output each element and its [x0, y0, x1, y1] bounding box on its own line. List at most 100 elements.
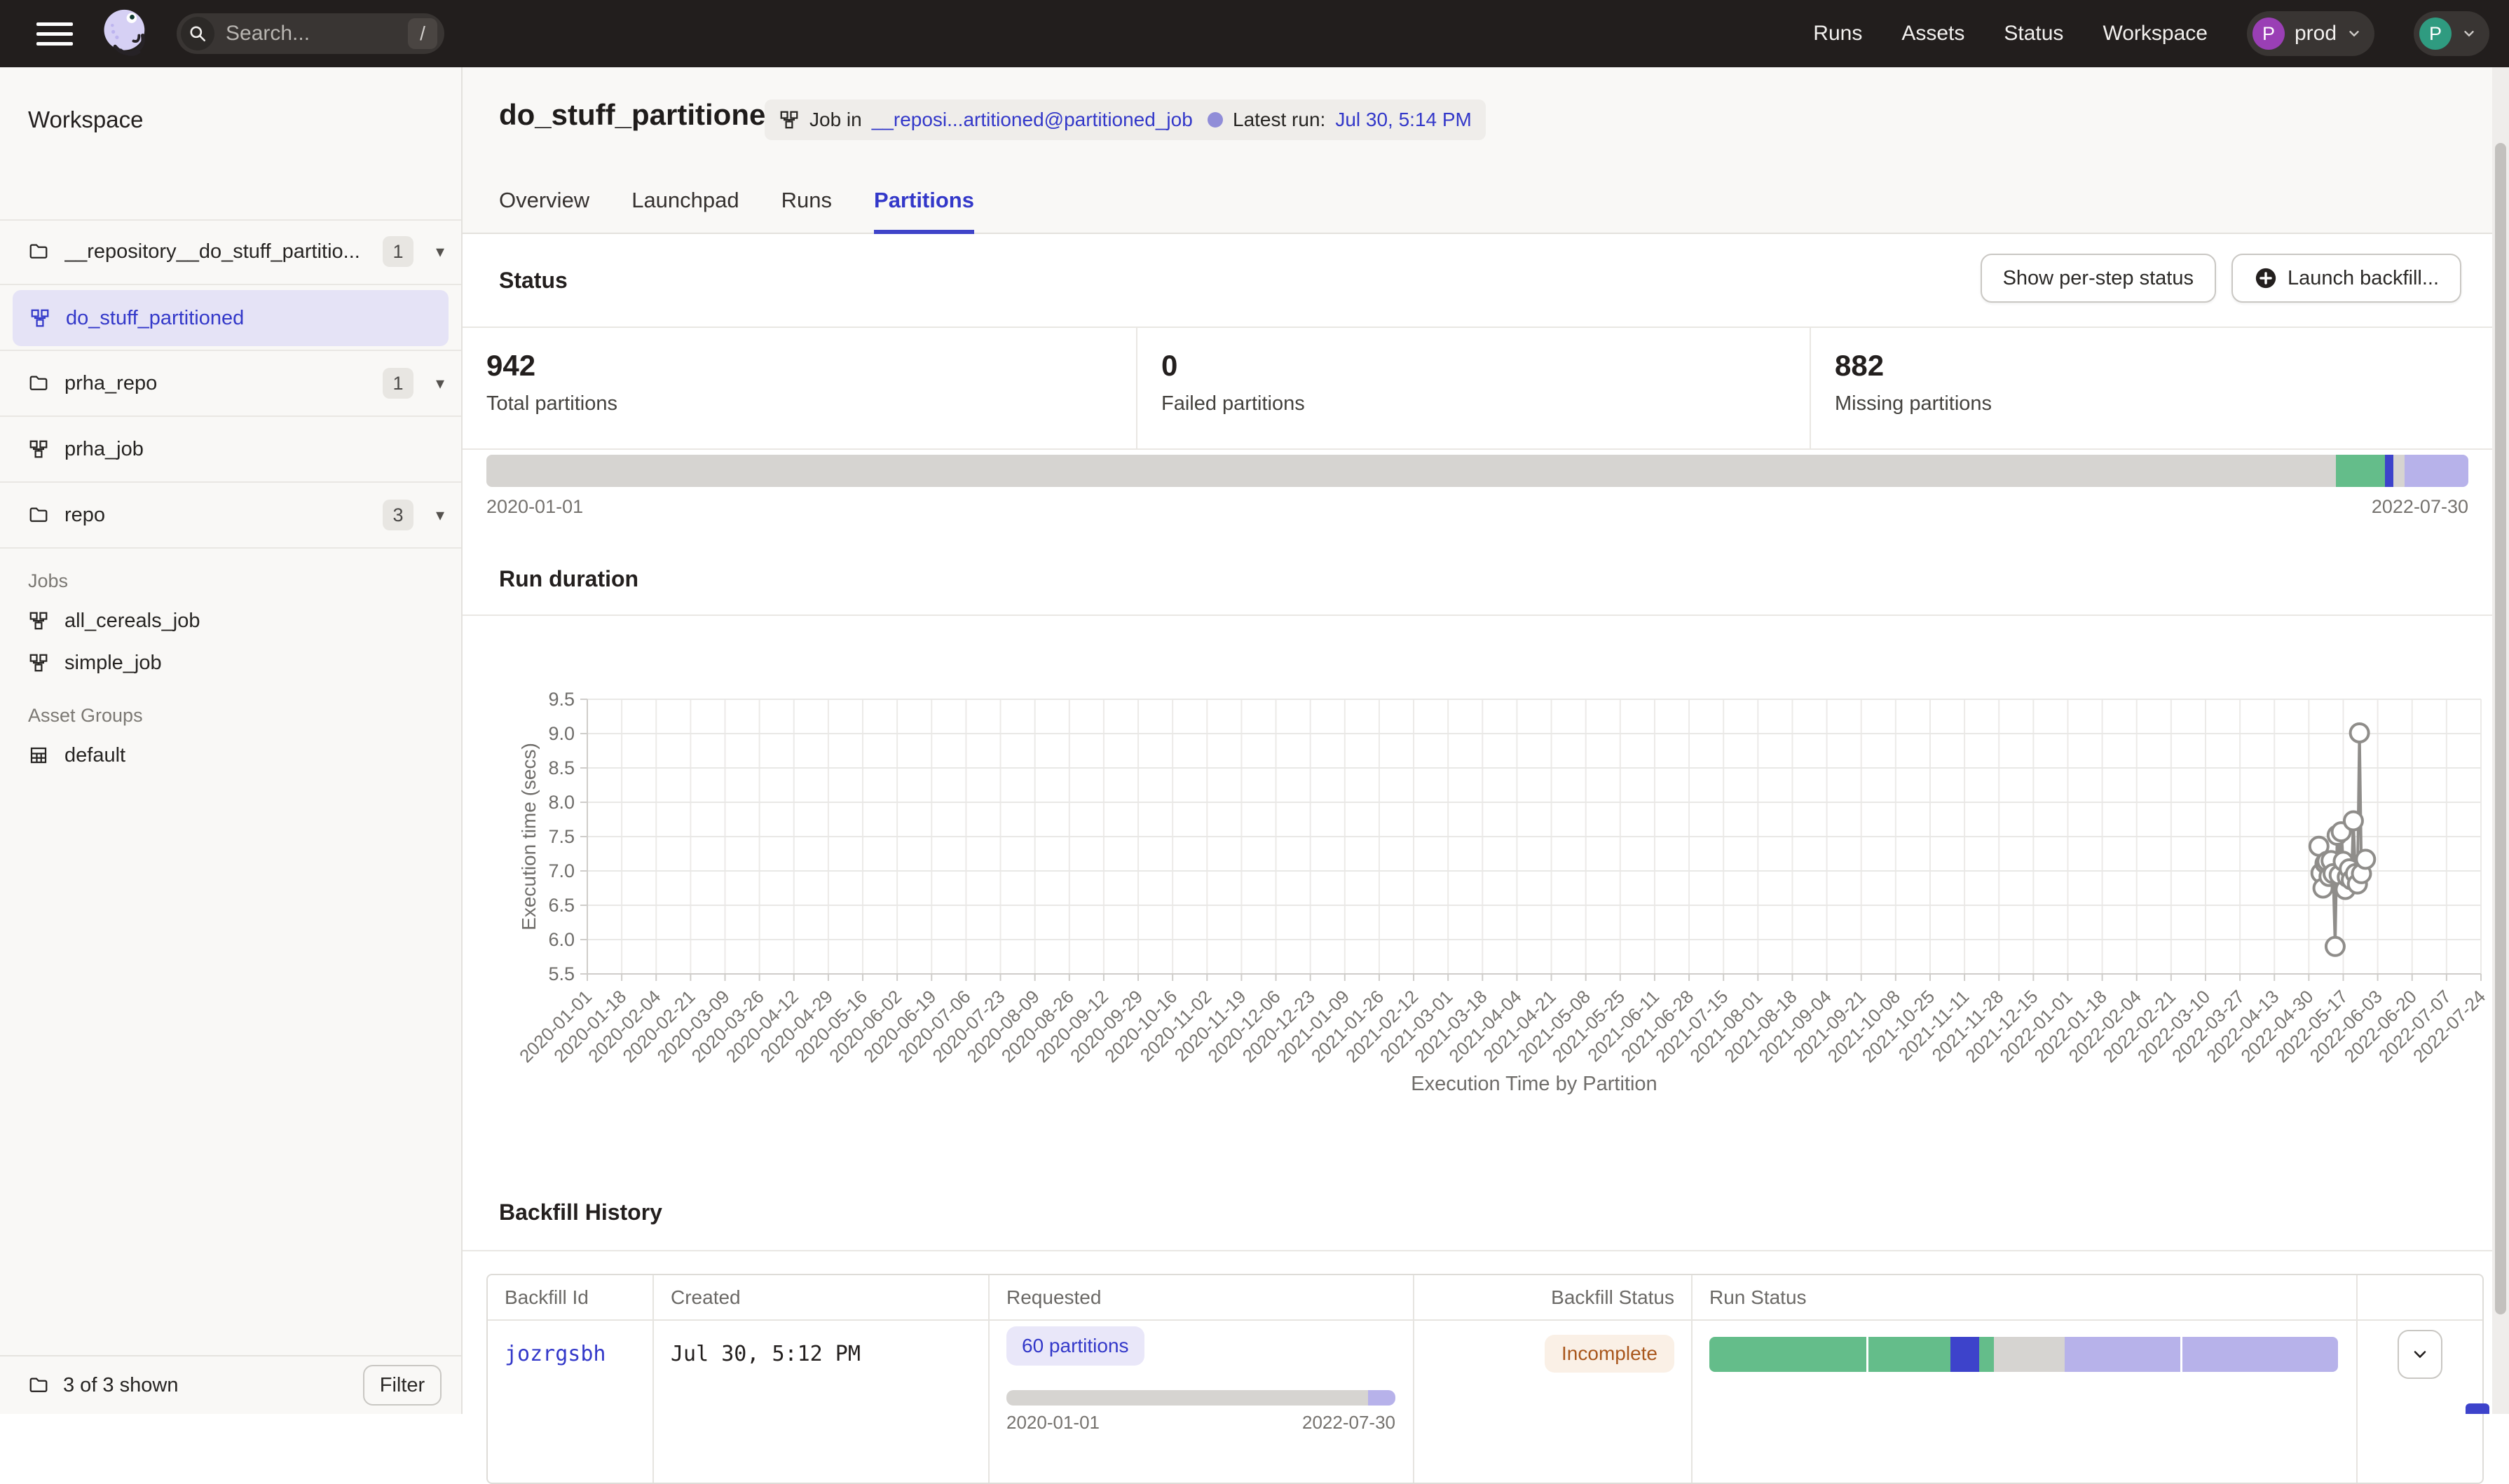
col-header-requested: Requested: [990, 1275, 1414, 1321]
latest-run-link[interactable]: Jul 30, 5:14 PM: [1335, 109, 1472, 131]
stat-label: Total partitions: [486, 392, 1136, 415]
partition-status-bar[interactable]: [486, 455, 2468, 487]
caret-down-icon[interactable]: ▾: [436, 505, 444, 525]
job-icon: [28, 652, 49, 673]
backfill-id-link[interactable]: jozrgsbh: [505, 1342, 606, 1366]
item-count-badge: 1: [383, 368, 413, 399]
sidebar-item-prha_repo[interactable]: prha_repo 1 ▾: [0, 351, 461, 417]
item-count-badge: 1: [383, 236, 413, 267]
col-header-actions: [2358, 1275, 2482, 1321]
dagster-logo-icon[interactable]: [97, 4, 156, 63]
bar-segment: [1994, 1337, 2064, 1372]
run-duration-chart[interactable]: 2020-01-012020-01-182020-02-042020-02-21…: [463, 659, 2492, 1149]
chevron-down-icon: [2346, 26, 2362, 41]
partition-bar-dates: 2020-01-01 2022-07-30: [486, 496, 2468, 518]
deployment-switcher[interactable]: P prod: [2247, 11, 2374, 56]
backfill-row-id: jozrgsbh: [488, 1321, 654, 1483]
job-icon: [29, 308, 50, 329]
search-input[interactable]: Search... /: [177, 13, 444, 54]
requested-partitions-bar: [1006, 1390, 1395, 1406]
latest-run-label: Latest run:: [1233, 109, 1325, 131]
sidebar-item-all_cereals_job[interactable]: all_cereals_job: [0, 600, 461, 642]
run-status-bar[interactable]: [1709, 1337, 2338, 1372]
partition-stats: 942 Total partitions 0 Failed partitions…: [463, 327, 2492, 450]
folder-icon: [28, 504, 49, 525]
tab-overview[interactable]: Overview: [499, 188, 589, 234]
nav-link-workspace[interactable]: Workspace: [2103, 22, 2208, 46]
deployment-label: prod: [2295, 22, 2337, 46]
tab-partitions[interactable]: Partitions: [874, 188, 974, 234]
run-duration-heading: Run duration: [499, 566, 638, 592]
bar-segment: [1866, 1337, 1950, 1372]
svg-text:6.0: 6.0: [548, 929, 575, 950]
page-scrollbar[interactable]: [2492, 67, 2509, 1414]
sidebar-row: do_stuff_partitioned: [0, 285, 461, 351]
job-tag-prefix: Job in: [809, 109, 862, 131]
bar-segment: [2065, 1337, 2180, 1372]
job-tag-link[interactable]: __reposi...artitioned@partitioned_job: [872, 109, 1193, 131]
launch-backfill-button[interactable]: Launch backfill...: [2231, 254, 2461, 303]
bar-segment: [486, 455, 2336, 487]
svg-text:8.5: 8.5: [548, 757, 575, 778]
stat-missing-partitions: 882 Missing partitions: [1810, 328, 2492, 448]
stat-value: 882: [1835, 349, 2492, 383]
stat-total-partitions: 942 Total partitions: [463, 328, 1136, 448]
status-heading: Status: [499, 268, 568, 294]
main-content: do_stuff_partitioned Job in __reposi...a…: [463, 67, 2492, 1414]
asset-groups-section-label: Asset Groups: [28, 705, 143, 727]
caret-down-icon[interactable]: ▾: [436, 373, 444, 394]
bar-segment: [1368, 1390, 1395, 1406]
item-count-badge: 3: [383, 500, 413, 530]
stat-value: 942: [486, 349, 1136, 383]
menu-icon[interactable]: [36, 18, 73, 49]
job-icon: [779, 109, 800, 130]
sidebar-footer: 3 of 3 shown Filter: [0, 1355, 461, 1414]
sidebar-item-simple_job[interactable]: simple_job: [0, 642, 461, 684]
sidebar-item-default[interactable]: default: [0, 734, 461, 776]
job-origin-tag: Job in __reposi...artitioned@partitioned…: [765, 99, 1236, 140]
search-icon: [181, 17, 214, 50]
svg-text:5.5: 5.5: [548, 963, 575, 984]
job-icon: [28, 610, 49, 631]
nav-link-assets[interactable]: Assets: [1901, 22, 1964, 46]
nav-link-status[interactable]: Status: [2004, 22, 2063, 46]
stat-value: 0: [1161, 349, 1810, 383]
deployment-avatar: P: [2252, 18, 2285, 50]
filter-button[interactable]: Filter: [363, 1365, 442, 1406]
backfill-row-status: Incomplete: [1414, 1321, 1693, 1483]
bar-segment: [2180, 1337, 2338, 1372]
sidebar-item-__repository__do_stuff_partitio...[interactable]: __repository__do_stuff_partitio... 1 ▾: [0, 219, 461, 285]
tab-bar: Overview Launchpad Runs Partitions: [499, 188, 974, 234]
stat-label: Failed partitions: [1161, 392, 1810, 415]
search-shortcut-key: /: [408, 18, 437, 49]
backfill-row-actions: [2358, 1321, 2482, 1483]
requested-partitions-badge[interactable]: 60 partitions: [1006, 1326, 1144, 1366]
show-per-step-status-button[interactable]: Show per-step status: [1981, 254, 2216, 303]
bar-segment: [1709, 1337, 1866, 1372]
expand-row-button[interactable]: [2398, 1330, 2442, 1379]
partition-bar-end-date: 2022-07-30: [2372, 496, 2468, 518]
sidebar-item-do_stuff_partitioned[interactable]: do_stuff_partitioned: [13, 290, 449, 346]
sidebar-title: Workspace: [28, 107, 143, 133]
sidebar-item-prha_job[interactable]: prha_job: [0, 417, 461, 483]
repo-count-text: 3 of 3 shown: [63, 1374, 349, 1397]
backfill-table: Backfill Id Created Requested Backfill S…: [486, 1274, 2484, 1484]
top-nav: Search... / Runs Assets Status Workspace P …: [0, 0, 2509, 67]
bar-segment: [2393, 455, 2405, 487]
caret-down-icon[interactable]: ▾: [436, 242, 444, 262]
bar-segment: [2385, 455, 2393, 487]
sidebar-item-repo[interactable]: repo 3 ▾: [0, 483, 461, 549]
nav-link-runs[interactable]: Runs: [1813, 22, 1862, 46]
tab-launchpad[interactable]: Launchpad: [631, 188, 739, 234]
user-menu[interactable]: P: [2414, 11, 2489, 56]
asset-group-icon: [28, 745, 49, 766]
nav-links: Runs Assets Status Workspace P prod P: [1813, 11, 2509, 56]
col-header-created: Created: [654, 1275, 990, 1321]
status-actions: Show per-step status Launch backfill...: [1981, 254, 2461, 303]
app-root: Search... / Runs Assets Status Workspace P …: [0, 0, 2509, 1414]
backfill-row-run-status: [1693, 1321, 2358, 1483]
tab-runs[interactable]: Runs: [781, 188, 832, 234]
latest-run-tag: Latest run: Jul 30, 5:14 PM: [1194, 99, 1486, 140]
svg-text:Execution Time by Partition: Execution Time by Partition: [1411, 1073, 1657, 1095]
scrollbar-thumb[interactable]: [2495, 143, 2506, 1314]
